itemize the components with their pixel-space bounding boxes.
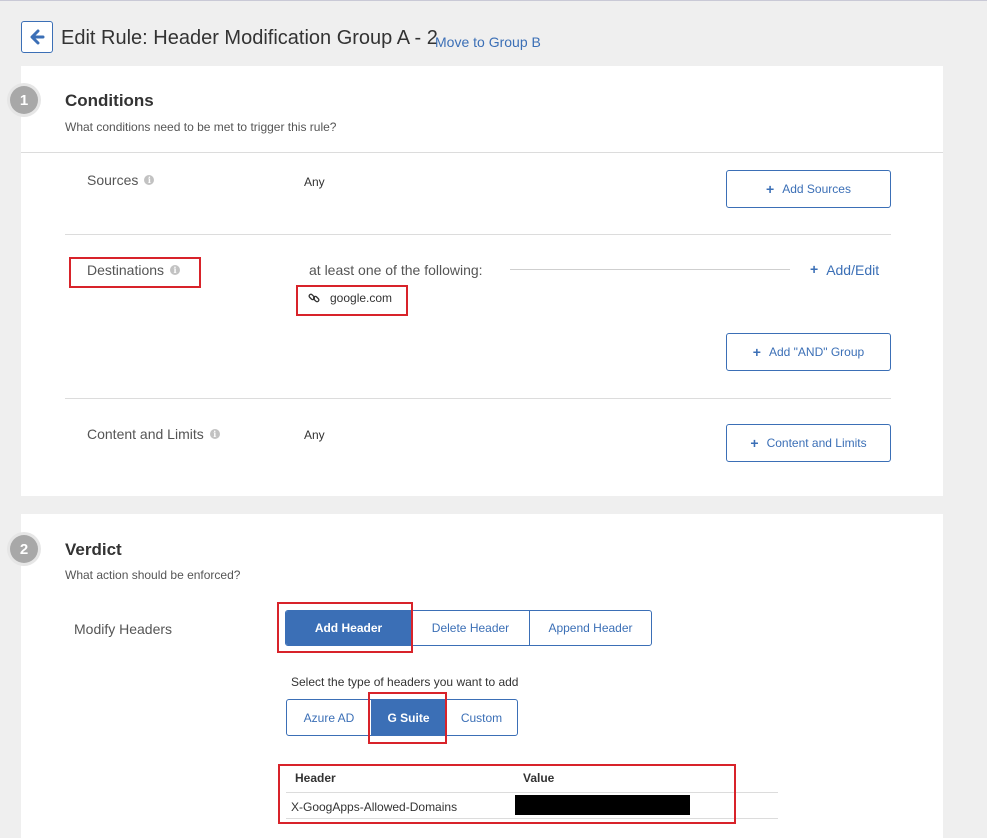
add-edit-link[interactable]: + Add/Edit (810, 262, 879, 278)
destinations-label: Destinations i (87, 262, 181, 278)
info-icon[interactable]: i (209, 429, 220, 439)
append-header-option[interactable]: Append Header (529, 611, 651, 645)
divider (65, 398, 891, 399)
destinations-qualifier: at least one of the following: (309, 262, 483, 278)
back-button[interactable] (21, 21, 53, 53)
step-badge-1: 1 (10, 86, 38, 114)
section-subtitle-verdict: What action should be enforced? (65, 568, 241, 582)
link-icon (308, 293, 320, 303)
table-header-value: Value (523, 771, 555, 785)
plus-icon: + (752, 344, 761, 360)
header-action-selector: Add Header Delete Header Append Header (285, 610, 652, 646)
content-limits-button[interactable]: + Content and Limits (726, 424, 891, 462)
add-and-group-button[interactable]: + Add "AND" Group (726, 333, 891, 371)
table-row-header-name: X-GoogApps-Allowed-Domains (291, 800, 458, 814)
plus-icon: + (766, 181, 775, 197)
section-subtitle-conditions: What conditions need to be met to trigge… (65, 120, 337, 134)
add-sources-button[interactable]: + Add Sources (726, 170, 891, 208)
redacted-value (515, 795, 690, 815)
content-limits-value: Any (304, 428, 325, 442)
table-header-header: Header (295, 771, 336, 785)
delete-header-option[interactable]: Delete Header (411, 611, 529, 645)
section-title-conditions: Conditions (65, 91, 154, 110)
add-header-option[interactable]: Add Header (286, 611, 411, 645)
step-badge-2: 2 (10, 535, 38, 563)
divider (65, 234, 891, 235)
header-type-selector: Azure AD G Suite Custom (286, 699, 518, 736)
sources-value: Any (304, 175, 325, 189)
plus-icon: + (750, 435, 759, 451)
table-header-divider (286, 792, 778, 793)
table-row-divider (286, 818, 778, 819)
header-type-prompt: Select the type of headers you want to a… (291, 675, 519, 689)
g-suite-option[interactable]: G Suite (371, 700, 445, 735)
qualifier-line (510, 269, 790, 270)
content-limits-label: Content and Limits i (87, 426, 220, 442)
plus-icon: + (810, 261, 819, 277)
modify-headers-label: Modify Headers (74, 621, 173, 637)
move-to-group-link[interactable]: Move to Group B (435, 34, 541, 50)
info-icon[interactable]: i (144, 175, 155, 185)
sources-label: Sources i (87, 172, 155, 188)
arrow-left-icon (30, 29, 45, 45)
section-title-verdict: Verdict (65, 540, 122, 559)
top-border (0, 0, 987, 1)
azure-ad-option[interactable]: Azure AD (287, 700, 371, 735)
custom-option[interactable]: Custom (445, 700, 517, 735)
info-icon[interactable]: i (170, 265, 181, 275)
divider (21, 152, 943, 153)
destination-item[interactable]: google.com (308, 291, 392, 305)
page-title: Edit Rule: Header Modification Group A -… (61, 27, 438, 49)
